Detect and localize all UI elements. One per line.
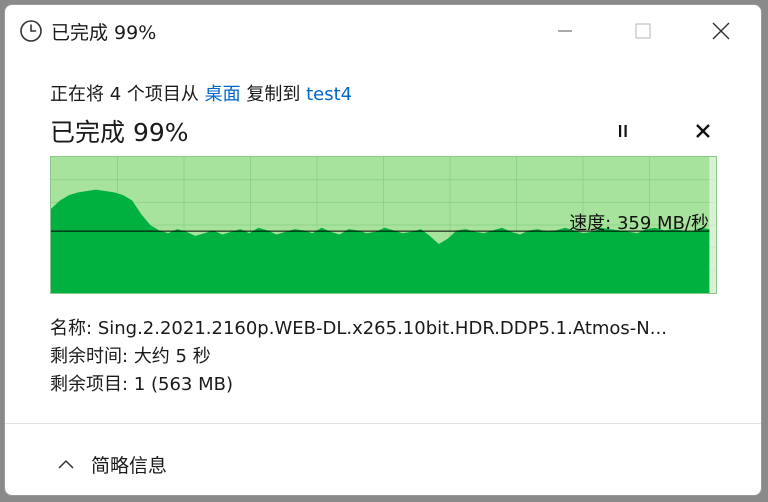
minimize-icon xyxy=(558,30,572,32)
dialog-footer: 简略信息 xyxy=(5,423,761,495)
copy-prefix: 正在将 4 个项目从 xyxy=(50,84,205,105)
chevron-up-icon xyxy=(58,459,74,469)
speed-label: 速度: 359 MB/秒 xyxy=(569,213,709,234)
throughput-chart: 速度: 359 MB/秒 xyxy=(50,156,717,294)
copy-middle: 复制到 xyxy=(240,84,307,105)
time-remaining-row: 剩余时间: 大约 5 秒 xyxy=(50,343,722,371)
time-remaining-value: 大约 5 秒 xyxy=(133,346,211,367)
minimize-button[interactable] xyxy=(545,13,585,49)
remaining-region xyxy=(709,157,716,293)
file-name-label: 名称: xyxy=(50,318,93,339)
destination-link[interactable]: test4 xyxy=(306,84,352,105)
pause-icon xyxy=(619,125,627,137)
items-remaining-value: 1 (563 MB) xyxy=(133,374,233,395)
items-remaining-label: 剩余项目: xyxy=(50,374,129,395)
copy-description: 正在将 4 个项目从 桌面 复制到 test4 xyxy=(50,80,352,106)
time-remaining-label: 剩余时间: xyxy=(50,346,129,367)
maximize-icon xyxy=(635,23,651,39)
close-icon xyxy=(696,124,710,138)
file-name-row: 名称: Sing.2.2021.2160p.WEB-DL.x265.10bit.… xyxy=(50,315,722,343)
items-remaining-row: 剩余项目: 1 (563 MB) xyxy=(50,371,722,399)
cancel-button[interactable] xyxy=(687,117,719,145)
pause-button[interactable] xyxy=(607,117,639,145)
fewer-details-label: 简略信息 xyxy=(91,455,168,477)
window-close-button[interactable] xyxy=(701,13,741,49)
file-name-value: Sing.2.2021.2160p.WEB-DL.x265.10bit.HDR.… xyxy=(97,318,667,339)
clock-icon xyxy=(19,19,43,43)
maximize-button[interactable] xyxy=(623,13,663,49)
window-title: 已完成 99% xyxy=(51,22,157,44)
source-link[interactable]: 桌面 xyxy=(205,84,241,105)
details-panel: 名称: Sing.2.2021.2160p.WEB-DL.x265.10bit.… xyxy=(50,315,722,399)
progress-status: 已完成 99% xyxy=(50,118,189,147)
title-bar[interactable]: 已完成 99% xyxy=(5,5,761,57)
throughput-area xyxy=(51,189,710,293)
close-icon xyxy=(712,22,730,40)
copy-progress-dialog: 已完成 99% 正在将 4 个项目从 桌面 复制到 test4 已完成 99% xyxy=(4,4,762,496)
